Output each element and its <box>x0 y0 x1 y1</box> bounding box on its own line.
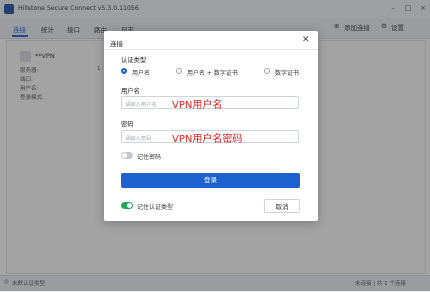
remember-auth-type-toggle[interactable] <box>121 202 133 209</box>
cancel-button[interactable]: 取消 <box>264 199 300 213</box>
radio-username-label[interactable]: 用户名 <box>132 68 150 77</box>
radio-username-cert[interactable] <box>176 68 182 74</box>
password-placeholder: 请输入密码 <box>125 136 152 142</box>
remember-auth-type-label: 记住认证类型 <box>137 204 174 211</box>
radio-username-cert-label[interactable]: 用户名 + 数字证书 <box>187 68 238 77</box>
username-placeholder: 请输入用户名 <box>125 102 157 108</box>
dialog-title: 连接 <box>110 40 123 48</box>
radio-cert-label[interactable]: 数字证书 <box>275 68 299 77</box>
password-label: 密码 <box>121 121 134 128</box>
login-button[interactable]: 登录 <box>121 173 300 188</box>
username-value: VPN用户名 <box>172 100 223 111</box>
password-value: VPN用户名密码 <box>172 134 243 145</box>
auth-type-label: 认证类型 <box>121 57 147 64</box>
close-icon[interactable]: ✕ <box>302 35 310 45</box>
username-label: 用户名 <box>121 88 140 95</box>
dialog-divider <box>104 49 318 50</box>
remember-password-toggle[interactable] <box>121 152 133 159</box>
radio-username[interactable] <box>121 68 127 74</box>
remember-password-label: 记住密码 <box>137 154 162 161</box>
radio-cert[interactable] <box>264 68 270 74</box>
